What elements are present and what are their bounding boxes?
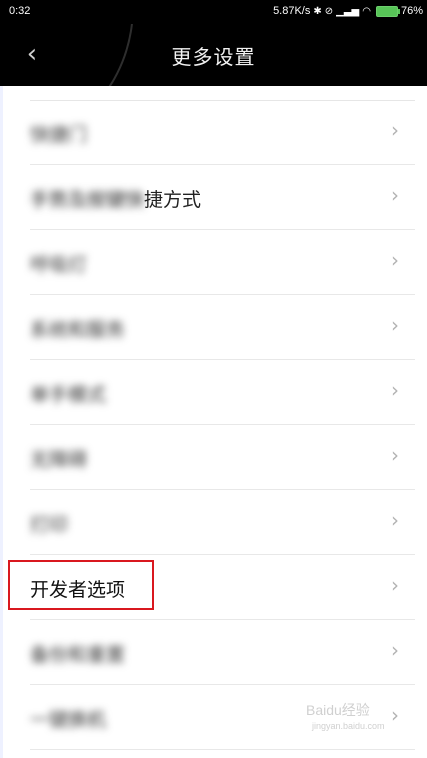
list-item-label: 无障碍 <box>30 449 88 471</box>
list-item-label: 快捷门 <box>30 124 88 146</box>
chevron-right-icon: › <box>391 638 399 662</box>
chevron-right-icon: › <box>391 443 399 467</box>
list-item-label: 呼吸灯 <box>30 254 88 276</box>
list-item[interactable]: 呼吸灯 › <box>30 230 415 295</box>
signal-icon: ▁▃▅ <box>336 5 360 17</box>
settings-list: 快捷门 › 手势及按键快捷方式 › 呼吸灯 › 系统和服务 › 单手模式 › 无… <box>0 100 427 750</box>
battery-level: 76% <box>400 5 423 17</box>
list-item-label: 备份和重置 <box>30 644 126 666</box>
list-item[interactable]: 单手模式 › <box>30 360 415 425</box>
status-time: 0:32 <box>9 5 31 17</box>
bluetooth-icon: ✱ <box>313 5 322 17</box>
list-item[interactable]: 备份和重置 › <box>30 620 415 685</box>
chevron-right-icon: › <box>391 313 399 337</box>
chevron-right-icon: › <box>391 118 399 142</box>
list-item[interactable]: 手势及按键快捷方式 › <box>30 165 415 230</box>
chevron-right-icon: › <box>391 248 399 272</box>
list-item[interactable]: 打印 › <box>30 490 415 555</box>
list-item-label: 打印 <box>30 514 69 536</box>
highlight-box <box>8 560 154 610</box>
list-item-label-blurred-part: 手势及按键快 <box>30 189 145 211</box>
chevron-right-icon: › <box>391 378 399 402</box>
list-item-label: 单手模式 <box>30 384 107 406</box>
list-item-label: 系统和服务 <box>30 319 126 341</box>
wifi-icon: ◠ <box>362 5 371 17</box>
title-bar: ‹ 更多设置 <box>0 24 427 86</box>
watermark-sub: jingyan.baidu.com <box>312 721 385 731</box>
list-item-label: 手势及按键快捷方式 <box>30 185 201 212</box>
page-title: 更多设置 <box>171 45 256 69</box>
watermark: Baidu经验 jingyan.baidu.com <box>306 703 385 733</box>
list-item[interactable]: 无障碍 › <box>30 425 415 490</box>
list-item-label: 一键换机 <box>30 709 107 731</box>
chevron-right-icon: › <box>391 183 399 207</box>
watermark-text: Baidu经验 <box>306 702 370 718</box>
chevron-right-icon: › <box>391 508 399 532</box>
chevron-right-icon: › <box>391 703 399 727</box>
status-bar: 0:32 5.87K/s ✱ ⊘ ▁▃▅ ◠ 76% <box>0 0 427 24</box>
list-item-label-visible-part: 捷方式 <box>144 189 202 211</box>
battery-icon <box>375 5 400 17</box>
list-item[interactable]: 快捷门 › <box>30 100 415 165</box>
net-speed: 5.87K/s <box>273 5 311 17</box>
chevron-right-icon: › <box>391 573 399 597</box>
list-item[interactable]: 系统和服务 › <box>30 295 415 360</box>
silent-icon: ⊘ <box>324 5 334 17</box>
status-right: 5.87K/s ✱ ⊘ ▁▃▅ ◠ 76% <box>273 5 423 17</box>
